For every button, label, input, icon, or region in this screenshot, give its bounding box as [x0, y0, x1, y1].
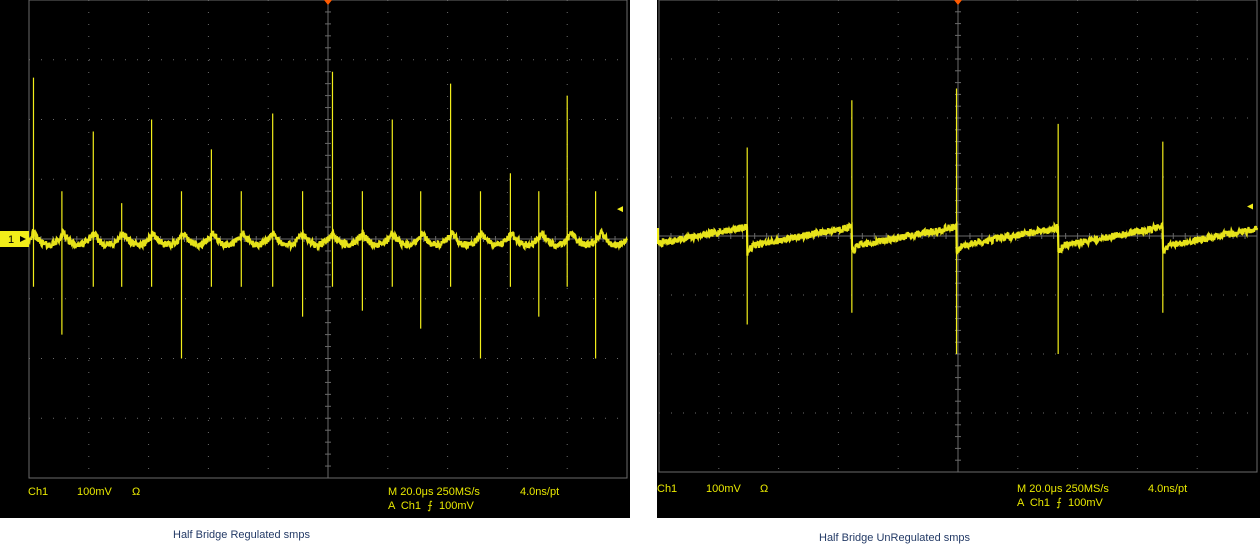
- graticule: [658, 0, 1258, 473]
- trigger-position-marker: [954, 0, 962, 5]
- coupling-symbol: Ω: [132, 486, 141, 498]
- caption-unregulated: Half Bridge UnRegulated smps: [819, 532, 971, 544]
- trigger-readout: A Ch1 ⨍ 100mV: [388, 500, 474, 512]
- record-length-readout: 4.0ns/pt: [520, 486, 560, 498]
- channel-1-marker: 1: [657, 228, 659, 244]
- oscilloscope-screen-unregulated: 1 Ch1 100mV Ω M 20.0μs 250MS/s 4.0ns/pt …: [657, 0, 1260, 518]
- timebase-readout: M 20.0μs 250MS/s: [1017, 483, 1109, 495]
- channel-label: Ch1: [657, 483, 678, 495]
- channel-1-marker-box: [657, 228, 659, 244]
- channel-1-marker-label: 1: [8, 234, 14, 246]
- scope-plot-unregulated: 1: [657, 0, 1259, 473]
- channel-scale: 100mV: [706, 483, 741, 495]
- coupling-symbol: Ω: [760, 483, 769, 495]
- trigger-readout: A Ch1 ⨍ 100mV: [1017, 497, 1103, 509]
- channel-scale: 100mV: [77, 486, 112, 498]
- channel-1-marker: 1: [0, 231, 29, 247]
- scope-plot-regulated: 1: [0, 0, 628, 479]
- oscilloscope-screen-regulated: 1 Ch1 100mV Ω M 20.0μs 250MS/s 4.0ns/pt …: [0, 0, 630, 518]
- trigger-level-arrow: [1247, 203, 1253, 210]
- channel-label: Ch1: [28, 486, 49, 498]
- record-length-readout: 4.0ns/pt: [1148, 483, 1188, 495]
- trigger-position-marker: [324, 0, 332, 5]
- caption-regulated: Half Bridge Regulated smps: [173, 529, 310, 541]
- trigger-level-arrow: [617, 206, 623, 213]
- timebase-readout: M 20.0μs 250MS/s: [388, 486, 480, 498]
